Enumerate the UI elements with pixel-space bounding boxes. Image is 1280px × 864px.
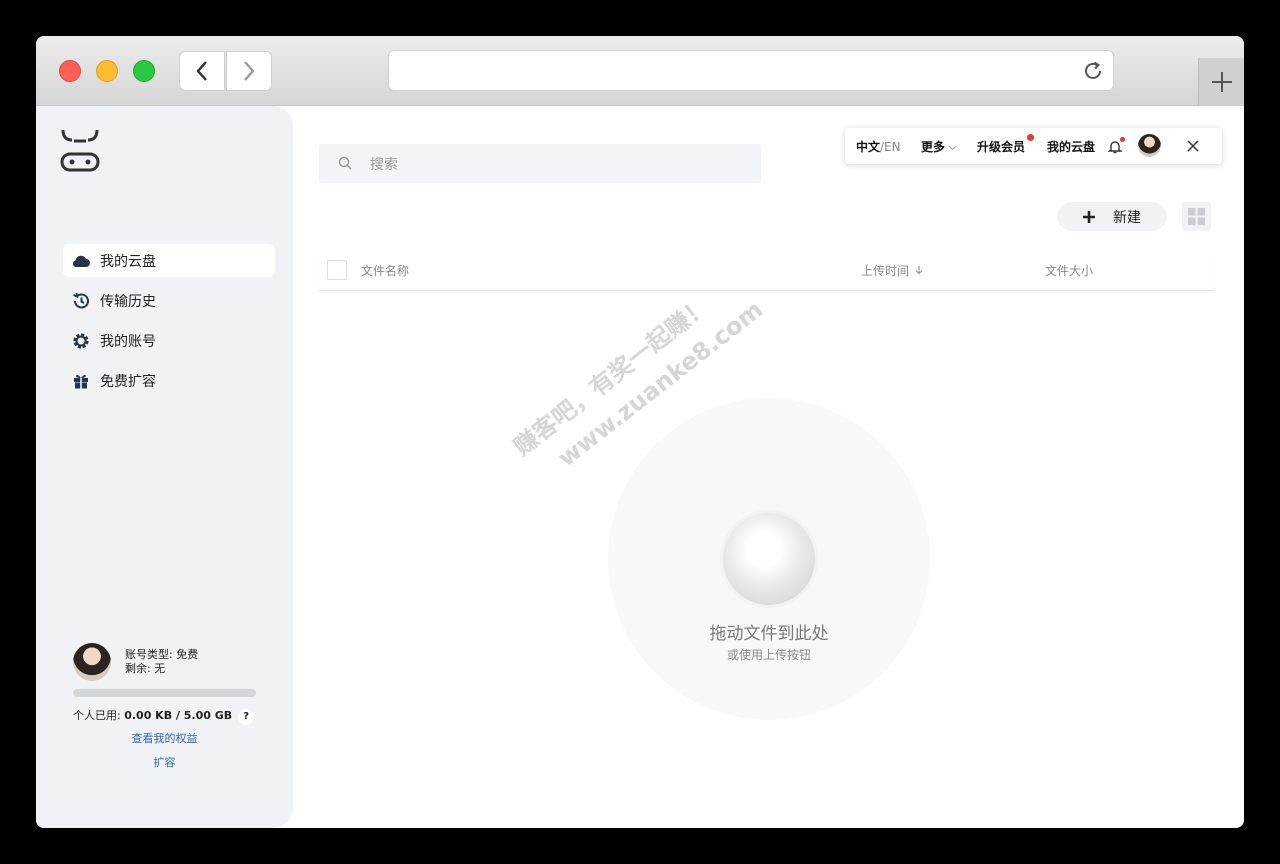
sidebar-item-my-account[interactable]: 我的账号 <box>63 324 275 357</box>
new-button[interactable]: 新建 <box>1057 202 1167 231</box>
history-icon <box>73 292 89 308</box>
account-remaining: 剩余: 无 <box>125 662 166 675</box>
sidebar-menu: 我的云盘 传输历史 我的账号 免费扩容 <box>63 244 275 404</box>
cloud-icon <box>72 255 90 267</box>
lang-zh: 中文 <box>856 140 881 154</box>
forward-button[interactable] <box>226 51 272 91</box>
sidebar-item-label: 免费扩容 <box>100 373 156 390</box>
sidebar-item-label: 我的云盘 <box>100 253 156 270</box>
search-icon <box>338 156 352 170</box>
quota-progress-bar <box>73 689 256 697</box>
reload-icon[interactable] <box>1081 59 1105 83</box>
new-tab-button[interactable] <box>1198 58 1244 106</box>
new-button-label: 新建 <box>1113 209 1141 226</box>
my-drive-link[interactable]: 我的云盘 <box>1047 138 1095 155</box>
search-input[interactable]: 搜索 <box>370 154 398 174</box>
language-switch[interactable]: 中文/EN <box>856 138 901 155</box>
grid-view-button[interactable] <box>1182 202 1211 231</box>
drop-zone-icon <box>723 513 815 605</box>
view-benefits-link[interactable]: 查看我的权益 <box>73 730 256 746</box>
lang-en: /EN <box>880 140 901 154</box>
file-table-header: 文件名称 上传时间 文件大小 <box>319 256 1214 291</box>
minimize-window-button[interactable] <box>96 60 118 82</box>
arrow-down-icon <box>915 266 923 275</box>
address-bar[interactable] <box>388 50 1114 91</box>
drop-zone[interactable]: 拖动文件到此处 或使用上传按钮 <box>608 398 930 720</box>
sidebar-item-transfer-history[interactable]: 传输历史 <box>63 284 275 317</box>
grid-icon <box>1188 208 1205 225</box>
user-avatar[interactable] <box>1138 134 1161 157</box>
maximize-window-button[interactable] <box>133 60 155 82</box>
avatar[interactable] <box>73 643 111 681</box>
drop-zone-subtitle: 或使用上传按钮 <box>726 648 811 662</box>
sidebar: 我的云盘 传输历史 我的账号 免费扩容 账号类型: 免费 剩余: 无 个人已用:… <box>36 106 293 828</box>
logo-icon <box>60 129 100 172</box>
upgrade-member-link[interactable]: 升级会员 <box>977 138 1025 155</box>
account-panel: 账号类型: 免费 剩余: 无 个人已用: 0.00 KB / 5.00 GB? … <box>73 643 263 769</box>
notification-dot <box>1120 137 1125 142</box>
chevron-left-icon <box>196 61 207 81</box>
sidebar-item-free-expand[interactable]: 免费扩容 <box>63 364 275 397</box>
account-type: 账号类型: 免费 <box>125 648 199 661</box>
plus-icon <box>1211 72 1232 92</box>
top-menu-bar: 中文/EN 更多 升级会员 我的云盘 <box>845 128 1222 164</box>
column-file-size[interactable]: 文件大小 <box>1045 262 1093 279</box>
gift-icon <box>74 374 88 389</box>
usage-text: 个人已用: 0.00 KB / 5.00 GB? <box>73 707 255 725</box>
chevron-right-icon <box>244 61 255 81</box>
close-icon[interactable] <box>1187 140 1199 152</box>
usage-prefix: 个人已用: <box>73 709 125 722</box>
sidebar-item-label: 我的账号 <box>100 333 156 350</box>
more-menu[interactable]: 更多 <box>921 138 957 155</box>
help-button[interactable]: ? <box>238 709 255 725</box>
chevron-down-icon <box>948 145 957 151</box>
column-upload-time[interactable]: 上传时间 <box>861 262 924 279</box>
gear-icon <box>73 332 89 349</box>
browser-titlebar <box>36 36 1244 106</box>
column-file-name[interactable]: 文件名称 <box>361 262 409 279</box>
upgrade-notice-dot <box>1027 134 1034 141</box>
sidebar-item-my-drive[interactable]: 我的云盘 <box>63 244 275 277</box>
sidebar-item-label: 传输历史 <box>100 293 156 310</box>
account-info: 账号类型: 免费 剩余: 无 <box>125 648 198 676</box>
plus-icon <box>1083 210 1095 223</box>
browser-window: 我的云盘 传输历史 我的账号 免费扩容 账号类型: 免费 剩余: 无 个人已用:… <box>36 36 1244 828</box>
back-button[interactable] <box>179 51 225 91</box>
more-label: 更多 <box>921 140 946 154</box>
close-window-button[interactable] <box>59 60 81 82</box>
drop-zone-title: 拖动文件到此处 <box>709 624 829 644</box>
search-box[interactable]: 搜索 <box>319 144 761 183</box>
usage-value: 0.00 KB / 5.00 GB <box>124 709 233 722</box>
expand-link[interactable]: 扩容 <box>73 754 256 770</box>
select-all-checkbox[interactable] <box>327 260 347 280</box>
upload-time-label: 上传时间 <box>861 264 910 278</box>
